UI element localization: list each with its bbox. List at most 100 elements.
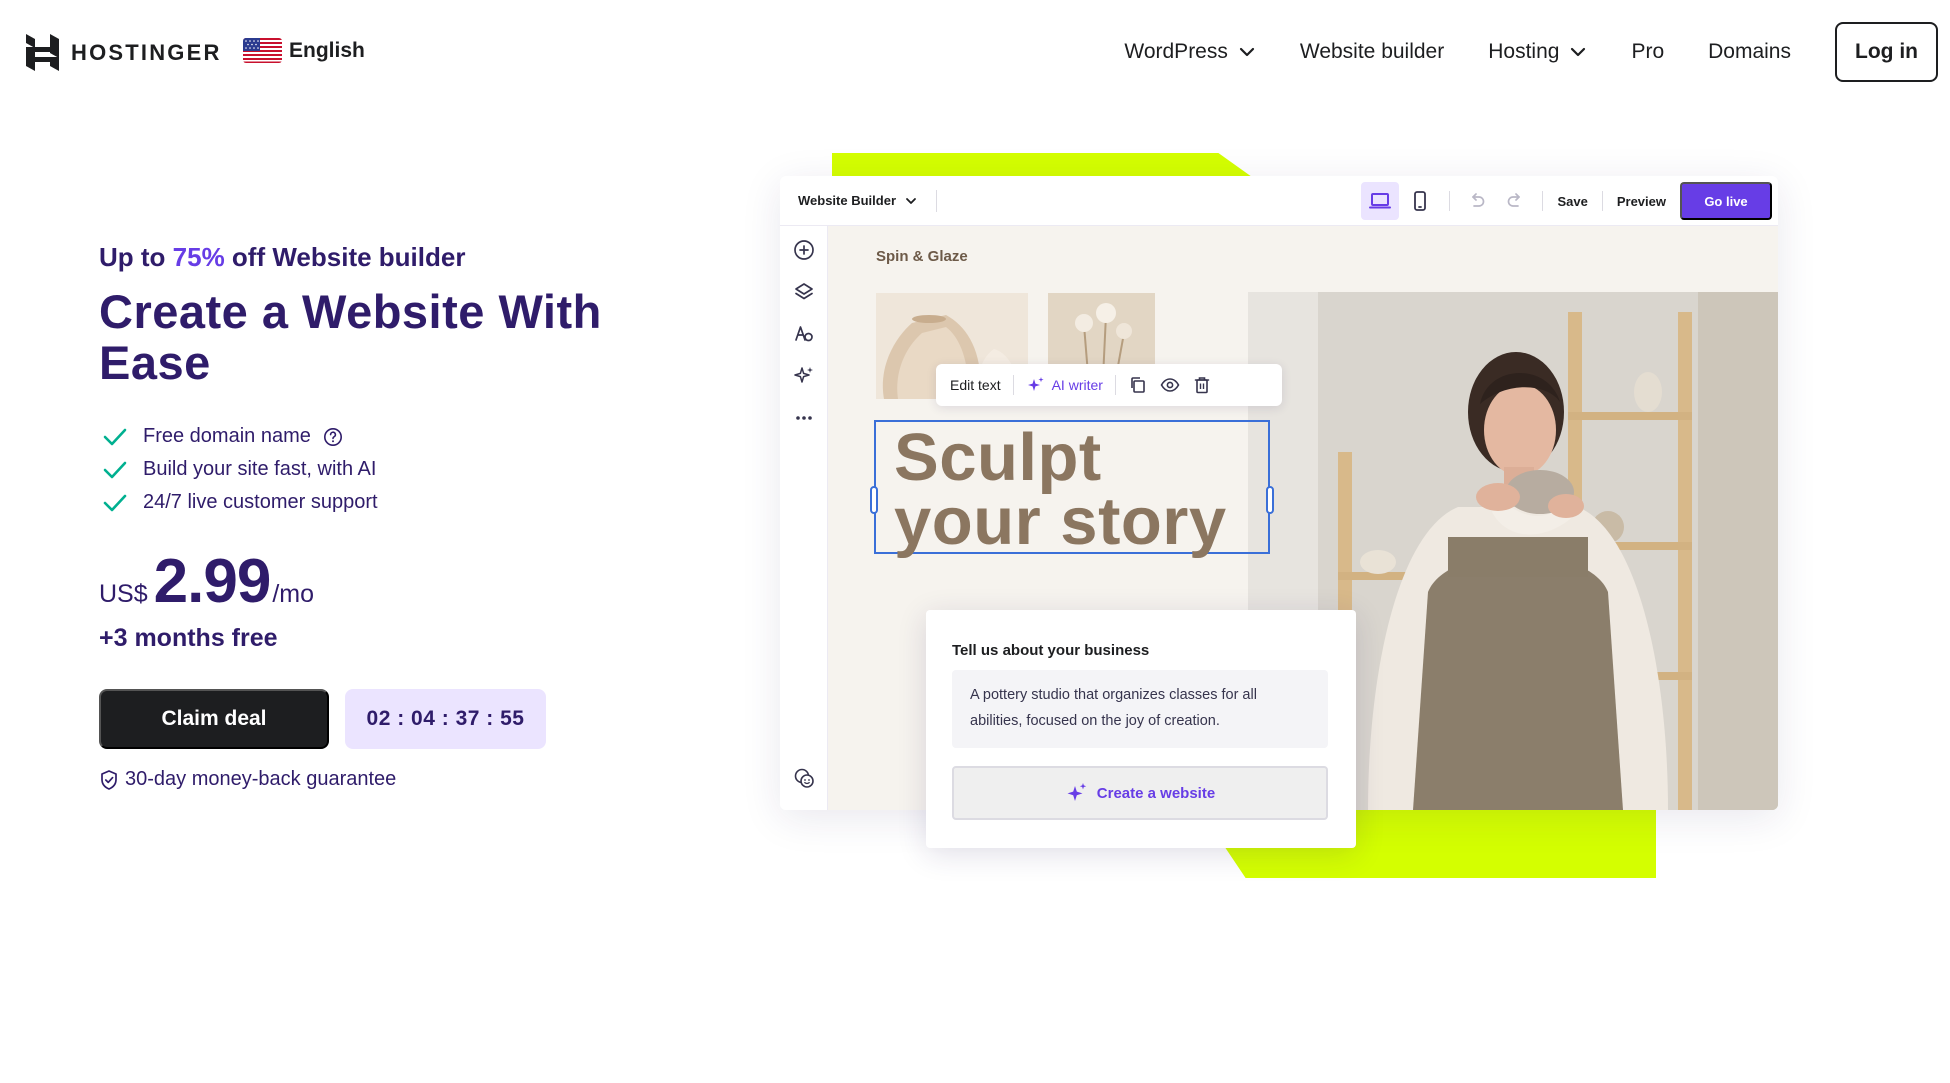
desktop-icon	[1369, 193, 1392, 209]
site-headline: Sculpt your story	[894, 420, 1227, 559]
edit-text-button[interactable]: Edit text	[950, 377, 1001, 393]
headline-line: Sculpt	[894, 420, 1102, 495]
chevron-down-icon	[1239, 47, 1254, 57]
list-item: Build your site fast, with AI	[102, 453, 378, 486]
hostinger-logo-icon	[26, 34, 59, 71]
site-header: HOSTINGER English WordPress Website buil…	[0, 0, 1950, 104]
kicker-discount: 75%	[172, 242, 225, 272]
sparkles-icon	[794, 367, 813, 383]
bonus-offer: +3 months free	[99, 624, 278, 652]
us-flag-icon	[243, 38, 282, 63]
editor-sidebar	[780, 226, 828, 810]
discount-kicker: Up to 75% off Website builder	[99, 242, 465, 273]
desktop-view-button[interactable]	[1361, 182, 1400, 220]
add-circle-icon	[794, 240, 814, 260]
language-label: English	[289, 38, 365, 62]
sparkles-icon	[1027, 377, 1044, 391]
toolbar-divider	[1012, 375, 1014, 395]
ai-writer-button[interactable]: AI writer	[1026, 376, 1103, 394]
feature-list: Free domain name Build your site fast, w…	[102, 420, 378, 519]
check-icon	[103, 494, 127, 511]
feature-label: Free domain name	[143, 425, 311, 447]
go-live-button[interactable]: Go live	[1680, 182, 1772, 220]
price-currency: US$	[99, 580, 148, 608]
ai-writer-label: AI writer	[1051, 377, 1103, 393]
more-dots-icon	[796, 416, 812, 420]
create-website-label: Create a website	[1096, 784, 1216, 802]
nav-item-pro[interactable]: Pro	[1631, 40, 1664, 64]
duplicate-button[interactable]	[1128, 375, 1148, 395]
ai-tools-button[interactable]	[792, 364, 816, 388]
text-edit-toolbar: Edit text AI writer	[936, 364, 1282, 406]
chevron-down-icon	[1571, 47, 1586, 57]
hostinger-logo[interactable]: HOSTINGER	[26, 34, 222, 71]
text-styles-button[interactable]	[792, 322, 816, 346]
preview-button[interactable]: Preview	[1611, 194, 1672, 209]
save-button[interactable]: Save	[1551, 194, 1593, 209]
login-button[interactable]: Log in	[1835, 22, 1938, 82]
layers-button[interactable]	[792, 280, 816, 304]
copy-icon	[1131, 377, 1145, 393]
help-circle-icon[interactable]	[323, 427, 343, 447]
resize-handle-left[interactable]	[870, 486, 878, 514]
nav-item-label: WordPress	[1124, 40, 1228, 63]
list-item: 24/7 live customer support	[102, 486, 378, 519]
price-amount: 2.99	[153, 547, 272, 616]
create-website-button[interactable]: Create a website	[952, 766, 1328, 820]
builder-dropdown-label: Website Builder	[798, 193, 897, 208]
help-chat-icon	[794, 768, 814, 788]
text-style-icon	[795, 326, 813, 342]
help-chat-button[interactable]	[792, 766, 816, 790]
site-name[interactable]: Spin & Glaze	[876, 248, 968, 265]
delete-button[interactable]	[1192, 375, 1212, 395]
claim-deal-button[interactable]: Claim deal	[99, 689, 329, 749]
main-nav: WordPress Website builder Hosting Pro Do…	[1124, 22, 1938, 82]
visibility-button[interactable]	[1160, 375, 1180, 395]
business-description-field[interactable]: A pottery studio that organizes classes …	[952, 670, 1328, 748]
toolbar-divider	[1601, 191, 1603, 211]
nav-item-domains[interactable]: Domains	[1708, 40, 1791, 64]
add-element-button[interactable]	[792, 238, 816, 262]
nav-item-website-builder[interactable]: Website builder	[1300, 40, 1444, 64]
nav-item-label: Domains	[1708, 40, 1791, 63]
price-period: /mo	[272, 580, 314, 608]
headline-line: your story	[894, 484, 1227, 559]
mobile-view-button[interactable]	[1401, 182, 1439, 220]
prompt-card-title: Tell us about your business	[952, 642, 1150, 659]
feature-label: Build your site fast, with AI	[143, 458, 377, 480]
price: US$ 2.99 /mo	[99, 546, 314, 617]
undo-button[interactable]	[1458, 182, 1496, 220]
nav-item-label: Hosting	[1488, 40, 1560, 63]
chevron-down-icon	[906, 197, 916, 204]
nav-item-label: Pro	[1631, 40, 1665, 63]
selected-text-block[interactable]: Sculpt your story	[870, 420, 1274, 559]
builder-dropdown[interactable]: Website Builder	[798, 193, 918, 208]
kicker-suffix: off Website builder	[224, 242, 466, 272]
eye-icon	[1160, 378, 1180, 392]
toolbar-divider	[1114, 375, 1116, 395]
language-selector[interactable]: English	[243, 38, 365, 63]
list-item: Free domain name	[102, 420, 378, 453]
feature-label: 24/7 live customer support	[143, 491, 378, 513]
hero-title: Create a Website With Ease	[99, 285, 602, 389]
kicker-prefix: Up to	[99, 242, 173, 272]
redo-button[interactable]	[1496, 182, 1534, 220]
undo-icon	[1472, 193, 1485, 207]
toolbar-divider	[1449, 191, 1451, 211]
money-back-guarantee: 30-day money-back guarantee	[99, 768, 396, 791]
business-prompt-card: Tell us about your business A pottery st…	[926, 610, 1356, 848]
more-options-button[interactable]	[792, 406, 816, 430]
nav-item-hosting[interactable]: Hosting	[1488, 40, 1587, 64]
toolbar-divider	[1542, 191, 1544, 211]
check-icon	[103, 461, 127, 478]
brand-wordmark: HOSTINGER	[71, 39, 222, 65]
redo-icon	[1508, 193, 1521, 207]
check-icon	[103, 428, 127, 445]
nav-item-wordpress[interactable]: WordPress	[1124, 40, 1255, 64]
toolbar-divider	[936, 189, 938, 212]
editor-toolbar: Website Builder Save Preview Go live	[780, 176, 1778, 226]
guarantee-label: 30-day money-back guarantee	[125, 768, 397, 790]
resize-handle-right[interactable]	[1266, 486, 1274, 514]
layers-icon	[795, 283, 813, 300]
mobile-icon	[1414, 191, 1427, 211]
